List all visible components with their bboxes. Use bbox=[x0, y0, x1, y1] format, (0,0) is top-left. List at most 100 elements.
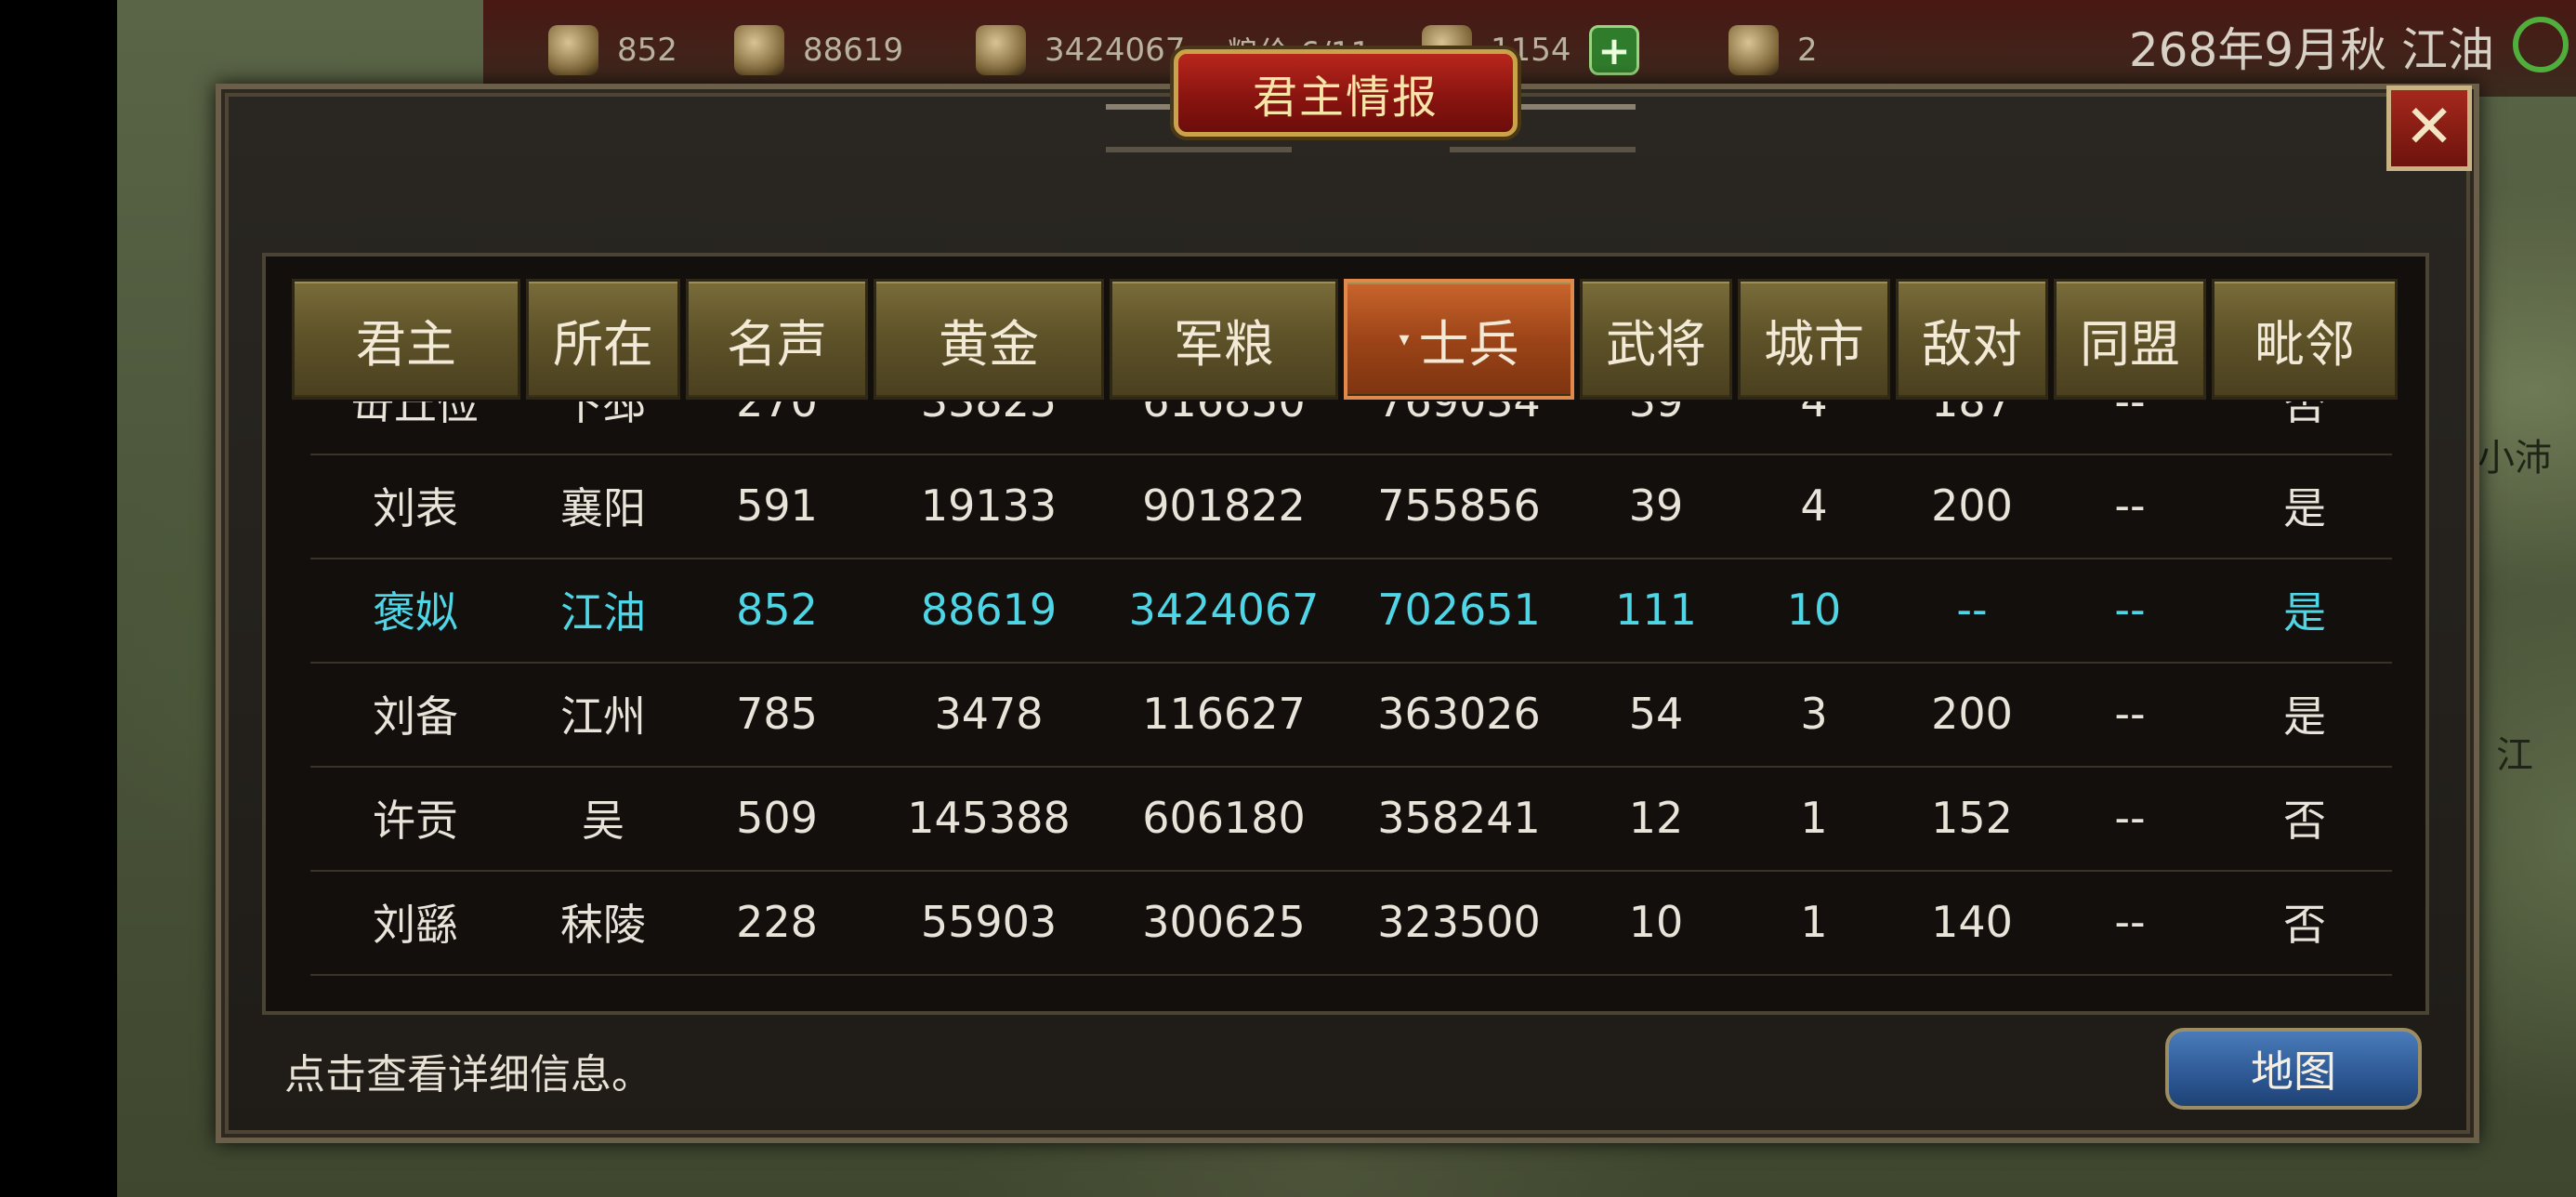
order-value: 2 bbox=[1797, 32, 1818, 69]
header-fame[interactable]: 名声 bbox=[686, 279, 868, 400]
header-label: 黄金 bbox=[939, 314, 1039, 374]
cell-fame: 509 bbox=[736, 793, 818, 843]
table-header: 君主 所在 名声 黄金 军粮 ▾ 士兵 武将 城市 敌对 同盟 毗邻 bbox=[292, 279, 2401, 401]
cell-generals: 54 bbox=[1628, 689, 1684, 739]
map-button[interactable]: 地图 bbox=[2165, 1028, 2422, 1110]
cell-fame: 785 bbox=[736, 689, 818, 739]
cell-location: 秣陵 bbox=[560, 900, 646, 950]
header-label: 名声 bbox=[727, 314, 827, 374]
table-row-player[interactable]: 褒姒 江油 852 88619 3424067 702651 111 10 --… bbox=[310, 558, 2392, 664]
table-row[interactable]: 刘备 江州 785 3478 116627 363026 54 3 200 --… bbox=[310, 662, 2392, 768]
table-row[interactable]: 刘表 襄阳 591 19133 901822 755856 39 4 200 -… bbox=[310, 454, 2392, 559]
cell-ruler: 刘繇 bbox=[373, 900, 458, 950]
table-row[interactable]: 刘繇 秣陵 228 55903 300625 323500 10 1 140 -… bbox=[310, 870, 2392, 976]
cell-adjacent: 否 bbox=[2283, 900, 2326, 950]
cell-ruler: 许贡 bbox=[373, 796, 458, 846]
cell-soldiers: 323500 bbox=[1377, 897, 1541, 947]
header-grain[interactable]: 军粮 bbox=[1110, 279, 1338, 400]
cell-gold: 88619 bbox=[920, 585, 1058, 635]
cell-location: 江油 bbox=[560, 587, 646, 638]
gold-icon bbox=[734, 25, 784, 75]
cell-ruler: 褒姒 bbox=[373, 587, 458, 638]
cell-adjacent: 是 bbox=[2283, 691, 2326, 742]
cell-hostility: 200 bbox=[1931, 480, 2013, 531]
header-hostility[interactable]: 敌对 bbox=[1896, 279, 2048, 400]
cell-cities: 4 bbox=[1800, 401, 1828, 427]
cell-hostility: -- bbox=[1956, 585, 1988, 635]
cell-gold: 145388 bbox=[907, 793, 1071, 843]
title-badge: 君主情报 bbox=[1174, 49, 1518, 137]
cell-soldiers: 702651 bbox=[1377, 585, 1541, 635]
date-location: 268年9月秋 江油 bbox=[2128, 23, 2494, 77]
table-row[interactable]: 许贡 吴 509 145388 606180 358241 12 1 152 -… bbox=[310, 766, 2392, 872]
cell-ruler: 刘表 bbox=[373, 483, 458, 533]
cell-gold: 3478 bbox=[934, 689, 1044, 739]
cell-soldiers: 358241 bbox=[1377, 793, 1541, 843]
header-label: 军粮 bbox=[1174, 314, 1274, 374]
cell-gold: 55903 bbox=[920, 897, 1058, 947]
header-generals[interactable]: 武将 bbox=[1580, 279, 1732, 400]
cell-cities: 3 bbox=[1800, 689, 1828, 739]
header-soldiers[interactable]: ▾ 士兵 bbox=[1344, 279, 1574, 400]
cell-cities: 4 bbox=[1800, 480, 1828, 531]
map-city-label[interactable]: 江 bbox=[2496, 725, 2533, 779]
order-icon bbox=[1728, 25, 1779, 75]
cell-generals: 111 bbox=[1615, 585, 1697, 635]
swirl-icon[interactable] bbox=[2513, 17, 2569, 72]
header-label: 毗邻 bbox=[2254, 314, 2355, 374]
ruler-table-body[interactable]: 毌丘俭 下邳 270 33825 616850 769034 39 4 187 … bbox=[292, 401, 2401, 996]
cell-generals: 39 bbox=[1628, 401, 1684, 427]
letterbox-bar bbox=[0, 0, 117, 1197]
header-location[interactable]: 所在 bbox=[526, 279, 680, 400]
cell-grain: 606180 bbox=[1142, 793, 1306, 843]
cell-generals: 12 bbox=[1628, 793, 1684, 843]
header-label: 城市 bbox=[1764, 314, 1864, 374]
header-ruler[interactable]: 君主 bbox=[292, 279, 520, 400]
cell-generals: 10 bbox=[1628, 897, 1684, 947]
cell-generals: 39 bbox=[1628, 480, 1684, 531]
cell-alliance: -- bbox=[2114, 689, 2146, 739]
header-cities[interactable]: 城市 bbox=[1738, 279, 1890, 400]
game-screen: 小沛 江 852 88619 3424067 粮价 6/11 1154 + 2 bbox=[0, 0, 2576, 1197]
dialog-title: 君主情报 bbox=[1252, 72, 1439, 124]
header-gold[interactable]: 黄金 bbox=[874, 279, 1104, 400]
cell-soldiers: 755856 bbox=[1377, 480, 1541, 531]
cell-fame: 591 bbox=[736, 480, 818, 531]
cell-grain: 901822 bbox=[1142, 480, 1306, 531]
cell-location: 江州 bbox=[560, 691, 646, 742]
cell-adjacent: 否 bbox=[2283, 796, 2326, 846]
sort-arrow-icon: ▾ bbox=[1399, 327, 1410, 351]
cell-hostility: 152 bbox=[1931, 793, 2013, 843]
dialog-title-plate: 君主情报 bbox=[1011, 43, 1680, 143]
cell-alliance: -- bbox=[2114, 480, 2146, 531]
close-button[interactable]: ✕ bbox=[2386, 86, 2472, 171]
cell-location: 襄阳 bbox=[560, 483, 646, 533]
header-label: 武将 bbox=[1606, 314, 1706, 374]
cell-hostility: 187 bbox=[1931, 401, 2013, 427]
cell-cities: 10 bbox=[1786, 585, 1842, 635]
header-label: 君主 bbox=[356, 314, 456, 374]
cell-alliance: -- bbox=[2114, 897, 2146, 947]
cell-adjacent: 是 bbox=[2283, 483, 2326, 533]
map-city-label[interactable]: 小沛 bbox=[2477, 428, 2552, 481]
cell-ruler: 刘备 bbox=[373, 691, 458, 742]
resource-order: 2 bbox=[1728, 20, 1818, 80]
resource-gold: 88619 bbox=[734, 20, 903, 80]
cell-soldiers: 363026 bbox=[1377, 689, 1541, 739]
header-label: 同盟 bbox=[2080, 314, 2180, 374]
cell-cities: 1 bbox=[1800, 793, 1828, 843]
gold-value: 88619 bbox=[803, 32, 904, 69]
cell-grain: 300625 bbox=[1142, 897, 1306, 947]
header-alliance[interactable]: 同盟 bbox=[2054, 279, 2206, 400]
fame-icon bbox=[548, 25, 598, 75]
cell-grain: 116627 bbox=[1142, 689, 1306, 739]
cell-gold: 19133 bbox=[920, 480, 1058, 531]
cell-gold: 33825 bbox=[920, 401, 1058, 427]
hint-text: 点击查看详细信息。 bbox=[284, 1051, 652, 1098]
cell-hostility: 200 bbox=[1931, 689, 2013, 739]
fame-value: 852 bbox=[617, 32, 677, 69]
header-label: 所在 bbox=[553, 314, 653, 374]
cell-alliance: -- bbox=[2114, 793, 2146, 843]
table-row[interactable]: 毌丘俭 下邳 270 33825 616850 769034 39 4 187 … bbox=[310, 401, 2392, 455]
header-adjacent[interactable]: 毗邻 bbox=[2212, 279, 2398, 400]
